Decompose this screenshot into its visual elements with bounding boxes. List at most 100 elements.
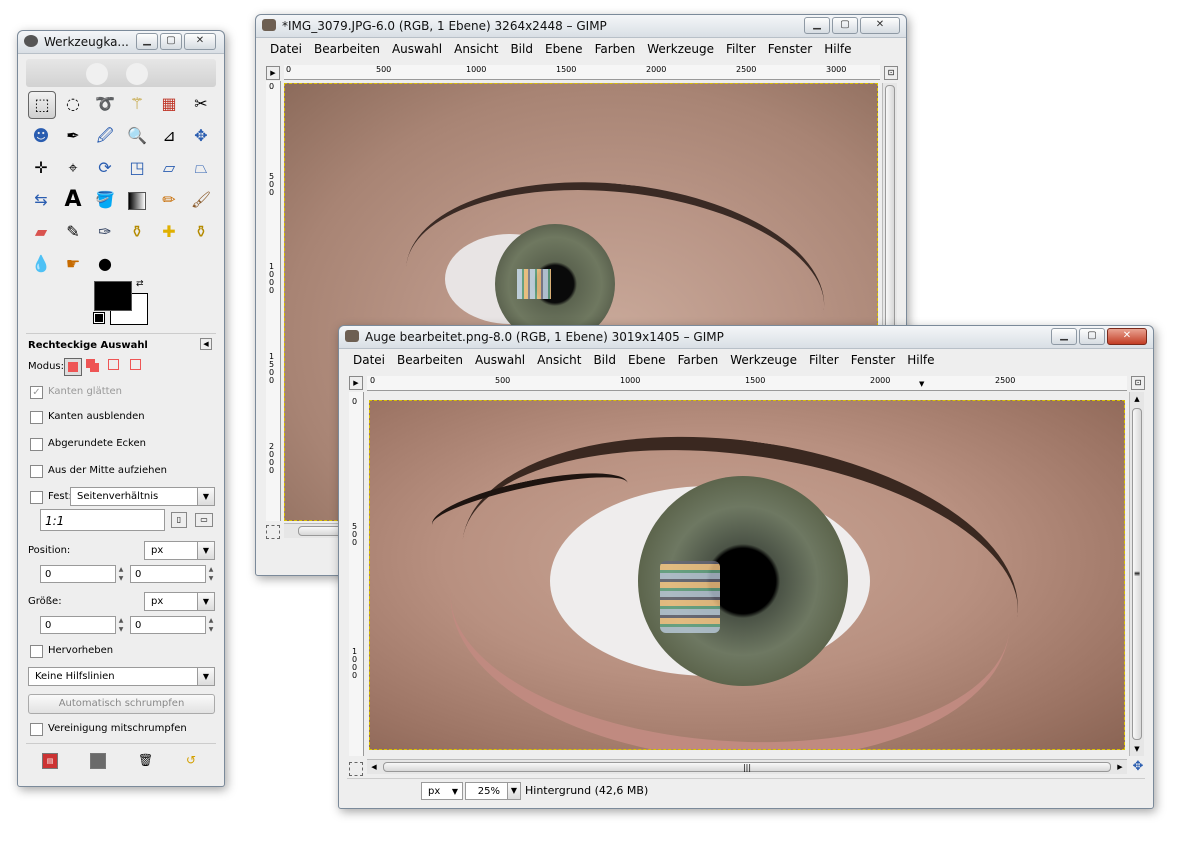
menu-filter[interactable]: Filter	[803, 350, 845, 370]
menu-auswahl[interactable]: Auswahl	[469, 350, 531, 370]
position-x-input[interactable]: 0	[40, 565, 116, 583]
menu-bearbeiten[interactable]: Bearbeiten	[308, 39, 386, 59]
scissors-tool[interactable]: ✂	[188, 91, 214, 117]
menu-arrow-icon[interactable]: ▶	[349, 376, 363, 390]
position-y-stepper[interactable]: ▲ ▼	[207, 565, 215, 583]
position-y-input[interactable]: 0	[130, 565, 206, 583]
maximize-button[interactable]: ▢	[832, 17, 858, 34]
autoshrink-button[interactable]: Automatisch schrumpfen	[28, 694, 215, 714]
eraser-tool[interactable]: ▰	[28, 219, 54, 245]
ruler-left[interactable]: 0 500 1000 1500 2000	[266, 81, 281, 521]
menu-datei[interactable]: Datei	[347, 350, 391, 370]
fg-bg-colors[interactable]: ⇄	[93, 279, 150, 327]
swap-colors-icon[interactable]: ⇄	[136, 279, 144, 289]
size-unit-select[interactable]: px ▼	[144, 592, 215, 611]
vscroll-thumb[interactable]: ≡	[1132, 408, 1142, 740]
delete-options-icon[interactable]: 🗑	[138, 753, 153, 767]
shrink-merged-checkbox[interactable]	[30, 723, 43, 736]
image-window-2-titlebar[interactable]: Auge bearbeitet.png-8.0 (RGB, 1 Ebene) 3…	[339, 326, 1153, 349]
navigate-icon[interactable]: ⊡	[884, 66, 898, 80]
scroll-up-arrow-icon[interactable]: ▲	[1130, 392, 1144, 406]
ellipse-select-tool[interactable]: ◌	[60, 91, 86, 117]
text-tool[interactable]: A	[60, 187, 86, 213]
perspective-clone-tool[interactable]: ⚱	[188, 219, 214, 245]
select-by-color-tool[interactable]: ▦	[156, 91, 182, 117]
navigate-move-icon[interactable]: ✥	[1131, 760, 1145, 774]
default-colors-icon[interactable]	[93, 312, 105, 324]
move-tool[interactable]: ✥	[188, 123, 214, 149]
close-button[interactable]: ✕	[184, 33, 216, 50]
rect-select-tool[interactable]: ⬚	[28, 91, 56, 119]
reset-options-icon[interactable]: ↺	[186, 753, 200, 767]
scroll-left-arrow-icon[interactable]: ◀	[367, 760, 381, 774]
ink-tool[interactable]: ✑	[92, 219, 118, 245]
menu-hilfe[interactable]: Hilfe	[818, 39, 857, 59]
menu-werkzeuge[interactable]: Werkzeuge	[724, 350, 803, 370]
image-window-2-hscroll[interactable]: ◀ ||| ▶	[367, 759, 1127, 774]
ratio-input[interactable]: 1:1	[40, 509, 165, 531]
from-center-checkbox[interactable]	[30, 465, 43, 478]
menu-filter[interactable]: Filter	[720, 39, 762, 59]
color-picker-tool[interactable]: 🖉	[92, 123, 118, 149]
highlight-checkbox[interactable]	[30, 645, 43, 658]
minimize-button[interactable]: ▁	[136, 33, 158, 50]
restore-options-icon[interactable]	[90, 753, 106, 769]
antialias-checkbox[interactable]: ✓	[30, 386, 43, 399]
size-h-stepper[interactable]: ▲ ▼	[207, 616, 215, 634]
unit-select[interactable]: px ▼	[421, 782, 463, 800]
foreground-select-tool[interactable]: ☻	[28, 123, 54, 149]
minimize-button[interactable]: ▁	[1051, 328, 1077, 345]
navigate-icon[interactable]: ⊡	[1131, 376, 1145, 390]
airbrush-tool[interactable]: ✎	[60, 219, 86, 245]
paths-tool[interactable]: ✒	[60, 123, 86, 149]
size-w-input[interactable]: 0	[40, 616, 116, 634]
measure-tool[interactable]: ⊿	[156, 123, 182, 149]
zoom-tool[interactable]: 🔍	[124, 123, 150, 149]
fixed-checkbox[interactable]	[30, 491, 43, 504]
image-window-2-vscroll[interactable]: ▲ ≡ ▼	[1129, 392, 1144, 756]
close-button[interactable]: ✕	[860, 17, 900, 34]
tool-options-menu-icon[interactable]: ◀	[200, 338, 212, 350]
clone-tool[interactable]: ⚱	[124, 219, 150, 245]
save-options-icon[interactable]: ▤	[42, 753, 58, 769]
image-window-1-titlebar[interactable]: *IMG_3079.JPG-6.0 (RGB, 1 Ebene) 3264x24…	[256, 15, 906, 38]
menu-ebene[interactable]: Ebene	[622, 350, 672, 370]
rotate-tool[interactable]: ⟳	[92, 155, 118, 181]
menu-datei[interactable]: Datei	[264, 39, 308, 59]
landscape-icon[interactable]: ▭	[195, 513, 213, 527]
menu-arrow-icon[interactable]: ▶	[266, 66, 280, 80]
position-x-stepper[interactable]: ▲ ▼	[117, 565, 125, 583]
menu-ansicht[interactable]: Ansicht	[531, 350, 587, 370]
free-select-tool[interactable]: ➰	[92, 91, 118, 117]
zoom-select[interactable]: 25% ▼	[465, 782, 521, 800]
ruler-left[interactable]: 0 500 1000	[349, 392, 364, 756]
position-unit-select[interactable]: px ▼	[144, 541, 215, 560]
close-button[interactable]: ✕	[1107, 328, 1147, 345]
menu-werkzeuge[interactable]: Werkzeuge	[641, 39, 720, 59]
foreground-color-swatch[interactable]	[94, 281, 132, 311]
scale-tool[interactable]: ◳	[124, 155, 150, 181]
size-h-input[interactable]: 0	[130, 616, 206, 634]
maximize-button[interactable]: ▢	[160, 33, 182, 50]
portrait-icon[interactable]: ▯	[171, 512, 187, 528]
pencil-tool[interactable]: ✏	[156, 187, 182, 213]
feather-checkbox[interactable]	[30, 411, 43, 424]
menu-ebene[interactable]: Ebene	[539, 39, 589, 59]
menu-hilfe[interactable]: Hilfe	[901, 350, 940, 370]
minimize-button[interactable]: ▁	[804, 17, 830, 34]
perspective-tool[interactable]: ⏢	[188, 155, 214, 181]
mode-subtract-button[interactable]	[108, 359, 122, 373]
size-w-stepper[interactable]: ▲ ▼	[117, 616, 125, 634]
menu-ansicht[interactable]: Ansicht	[448, 39, 504, 59]
scroll-right-arrow-icon[interactable]: ▶	[1113, 760, 1127, 774]
align-tool[interactable]: ✛	[28, 155, 54, 181]
smudge-tool[interactable]: ☛	[60, 251, 86, 277]
blur-sharpen-tool[interactable]: 💧	[28, 251, 54, 277]
blend-tool[interactable]	[124, 187, 150, 213]
menu-fenster[interactable]: Fenster	[762, 39, 819, 59]
hscroll-thumb[interactable]: |||	[383, 762, 1111, 772]
scroll-down-arrow-icon[interactable]: ▼	[1130, 742, 1144, 756]
mode-add-button[interactable]	[86, 359, 100, 373]
flip-tool[interactable]: ⇆	[28, 187, 54, 213]
menu-auswahl[interactable]: Auswahl	[386, 39, 448, 59]
